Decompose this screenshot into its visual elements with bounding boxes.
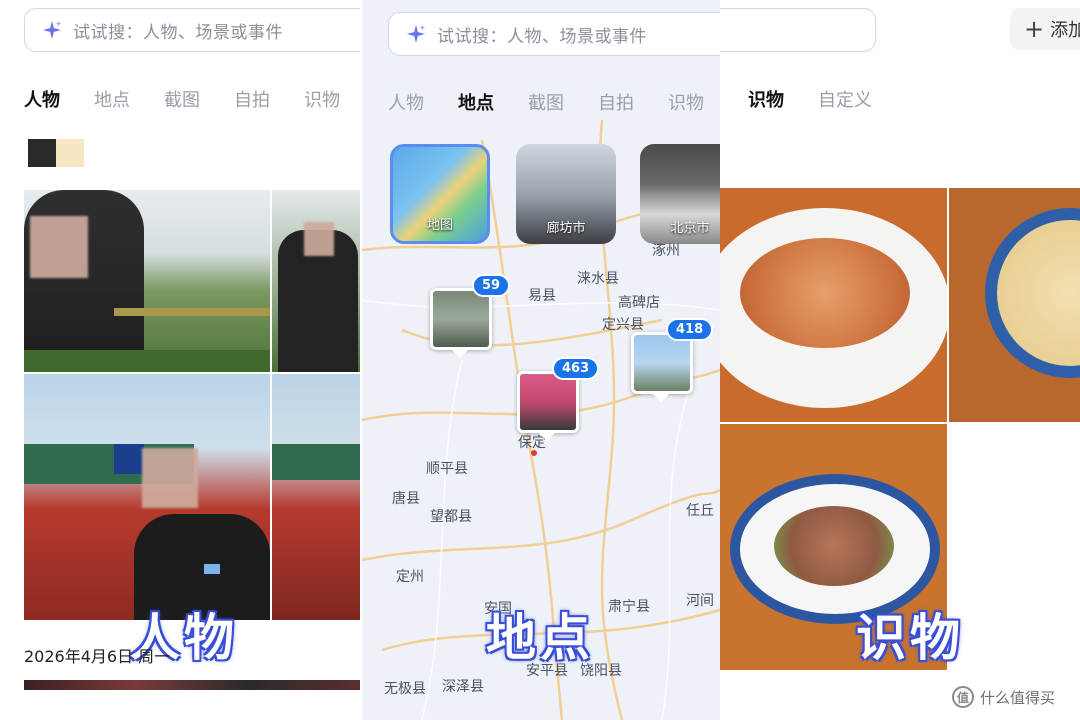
tab-places[interactable]: 地点	[94, 86, 130, 112]
tab-things[interactable]: 识物	[304, 86, 340, 112]
railing	[114, 308, 270, 316]
pin-photo	[520, 374, 576, 430]
people-panel: 试试搜：人物、场景或事件 人物 地点 截图 自拍 识物 人物 2026年4月6日…	[0, 0, 360, 720]
tab-selfies[interactable]: 自拍	[598, 89, 634, 115]
map-label: 深泽县	[442, 679, 484, 695]
map-card-label: 地图	[426, 218, 453, 233]
category-tabs: 识物 自定义	[748, 86, 906, 112]
map-label: 顺平县	[426, 461, 468, 477]
things-panel: + 添加 识物 自定义 识物	[720, 0, 1080, 720]
watermark-logo: 值	[952, 686, 974, 708]
next-row-photos[interactable]	[24, 680, 360, 690]
map-label: 定兴县	[602, 317, 644, 333]
roof-decoration	[272, 444, 360, 480]
photo-count-badge: 418	[666, 318, 714, 341]
photo-thumbnail[interactable]	[272, 374, 360, 620]
map-label: 涿州	[652, 243, 680, 259]
add-label: 添加	[1050, 20, 1080, 41]
tab-custom[interactable]: 自定义	[818, 86, 872, 112]
stir-fry-dish	[774, 506, 894, 586]
foliage	[24, 350, 270, 372]
sparkle-icon	[42, 20, 62, 40]
photo-count-badge: 59	[472, 274, 511, 297]
map-label: 高碑店	[618, 295, 660, 311]
search-bar[interactable]	[720, 8, 876, 52]
map-label: 望都县	[430, 509, 472, 525]
photo-thumbnail[interactable]	[720, 188, 947, 422]
city-dot	[531, 450, 537, 456]
tab-people[interactable]: 人物	[24, 86, 60, 112]
face-blur	[142, 448, 198, 508]
map-label: 无极县	[384, 681, 426, 697]
category-tabs: 人物 地点 截图 自拍 识物	[388, 89, 720, 115]
tab-screenshots[interactable]: 截图	[528, 89, 564, 115]
person-chip[interactable]	[28, 139, 56, 167]
watermark-text: 什么值得买	[980, 688, 1056, 707]
watermark: 值 什么值得买	[952, 686, 1055, 708]
plus-icon: +	[1024, 15, 1045, 43]
map-label: 涞水县	[577, 271, 619, 287]
photo-pin[interactable]	[631, 332, 693, 402]
search-placeholder: 试试搜：人物、场景或事件	[437, 26, 647, 47]
city-card-langfang[interactable]: 廊坊市	[516, 144, 616, 244]
photo-pin[interactable]	[430, 288, 492, 358]
tab-things[interactable]: 识物	[668, 89, 704, 115]
date-header: 2026年4月6日 周一	[24, 647, 171, 666]
search-bar[interactable]: 试试搜：人物、场景或事件	[388, 12, 720, 56]
shrimp-dish	[740, 238, 910, 348]
photo-thumbnail[interactable]	[272, 190, 360, 372]
photo-count-badge: 463	[552, 357, 600, 380]
tab-screenshots[interactable]: 截图	[164, 86, 200, 112]
search-bar[interactable]: 试试搜：人物、场景或事件	[24, 8, 360, 52]
map-label: 定州	[396, 569, 424, 585]
shirt-logo	[204, 564, 220, 574]
add-button[interactable]: + 添加	[1010, 8, 1080, 50]
tab-people[interactable]: 人物	[388, 89, 424, 115]
city-card-label: 廊坊市	[546, 221, 586, 236]
tab-things[interactable]: 识物	[748, 86, 784, 112]
photo-thumbnail[interactable]	[24, 374, 270, 620]
map-label: 易县	[528, 288, 556, 304]
map-card[interactable]: 地图	[390, 144, 490, 244]
composite-screenshot: 试试搜：人物、场景或事件 人物 地点 截图 自拍 识物 人物 2026年4月6日…	[0, 0, 1080, 720]
face-blur	[304, 222, 334, 256]
places-panel: 试试搜：人物、场景或事件 人物 地点 截图 自拍 识物 地图 廊坊市 北京市 涿…	[362, 0, 720, 720]
map-label: 河间	[686, 593, 714, 609]
city-card-label: 北京市	[670, 221, 710, 236]
sparkle-icon	[406, 24, 426, 44]
photo-thumbnail[interactable]	[24, 190, 270, 372]
map-label: 任丘	[686, 503, 714, 519]
pin-photo	[634, 335, 690, 391]
person-chip[interactable]	[56, 139, 84, 167]
sign-plaque	[114, 444, 144, 474]
overlay-caption: 地点	[486, 609, 594, 667]
overlay-caption: 识物	[856, 609, 964, 667]
city-card-beijing[interactable]: 北京市	[640, 144, 720, 244]
photo-pin[interactable]	[517, 371, 579, 441]
pin-photo	[433, 291, 489, 347]
face-blur	[30, 216, 88, 278]
search-placeholder: 试试搜：人物、场景或事件	[73, 22, 283, 43]
tab-places[interactable]: 地点	[458, 89, 494, 115]
category-tabs: 人物 地点 截图 自拍 识物	[24, 86, 360, 112]
map-label: 肃宁县	[608, 599, 650, 615]
photo-thumbnail[interactable]	[949, 188, 1080, 422]
map-label: 唐县	[392, 491, 420, 507]
tab-selfies[interactable]: 自拍	[234, 86, 270, 112]
